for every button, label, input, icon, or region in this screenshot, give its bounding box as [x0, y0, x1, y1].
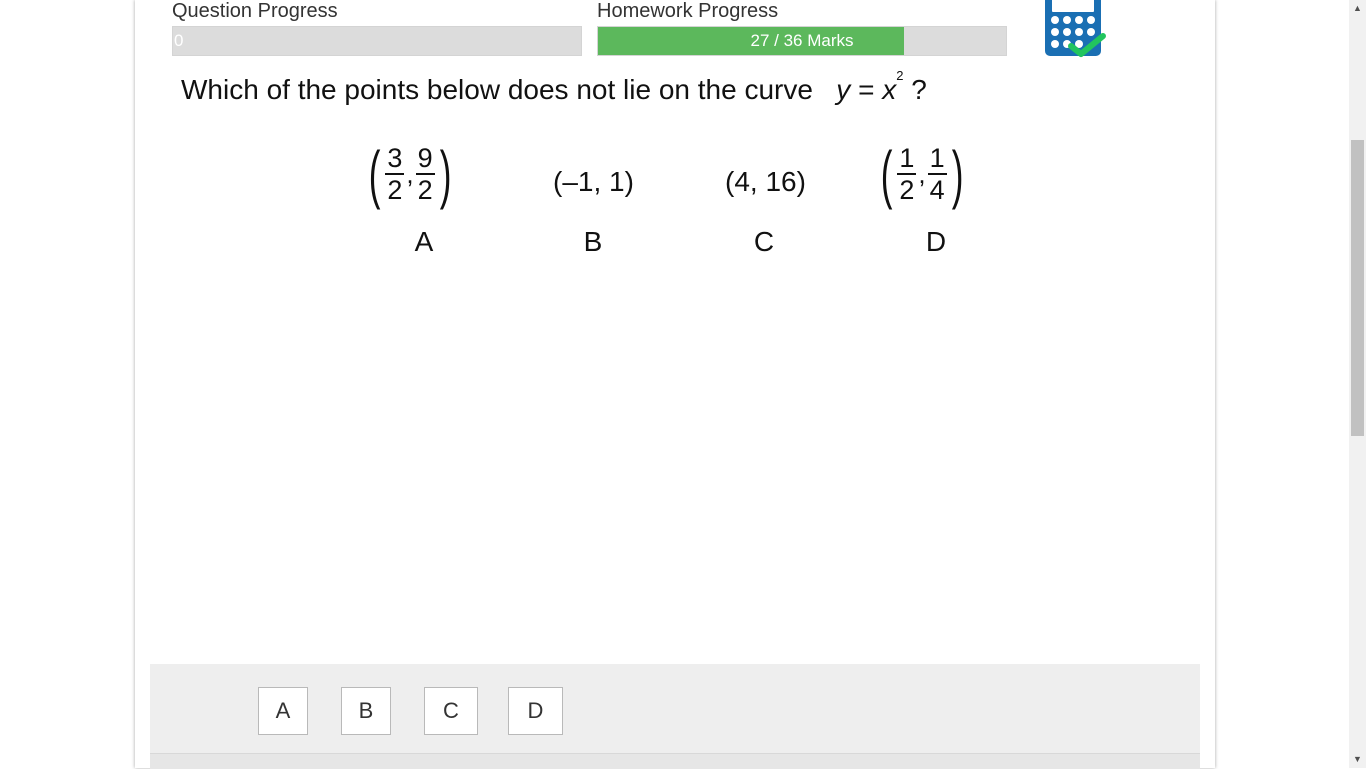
option-d-y-fraction: 14 — [927, 143, 947, 205]
option-b-label: B — [583, 226, 603, 257]
option-d-x-fraction: 12 — [897, 143, 917, 205]
homework-progress-text: 27 / 36 Marks — [750, 31, 854, 50]
equation-exponent: 2 — [896, 68, 904, 83]
homework-progress-bar: 27 / 36 Marks — [597, 26, 1007, 56]
option-d-point: (1 2, 1 4) — [880, 138, 964, 210]
option-a-y-fraction: 92 — [415, 143, 435, 205]
option-c-point: (4, 16) — [725, 166, 806, 197]
option-a-point: (3 2, 9 2) — [368, 138, 452, 210]
page-card — [135, 0, 1215, 768]
question-text: Which of the points below does not lie o… — [181, 68, 927, 106]
option-a-label: A — [414, 226, 434, 257]
answer-button-c[interactable]: C — [424, 687, 478, 735]
answer-button-b[interactable]: B — [341, 687, 391, 735]
equation-equals: = — [858, 74, 875, 105]
question-mark: ? — [911, 74, 927, 105]
equation-lhs: y — [836, 74, 851, 105]
answer-button-d[interactable]: D — [508, 687, 563, 735]
question-progress-value: 0 — [174, 31, 184, 50]
answer-panel-footer — [150, 753, 1200, 769]
page-scrollbar[interactable]: ▲ ▼ — [1349, 0, 1366, 768]
option-d-label: D — [925, 226, 947, 257]
scroll-down-arrow-icon[interactable]: ▼ — [1349, 751, 1366, 768]
option-a-x-fraction: 32 — [385, 143, 405, 205]
question-progress-bar: 0 — [172, 26, 582, 56]
option-b-point: (–1, 1) — [553, 166, 634, 197]
question-progress-label: Question Progress — [172, 0, 338, 22]
homework-progress-label: Homework Progress — [597, 0, 779, 22]
answer-button-a[interactable]: A — [258, 687, 308, 735]
scroll-up-arrow-icon[interactable]: ▲ — [1349, 0, 1366, 17]
question-stem: Which of the points below does not lie o… — [181, 74, 813, 105]
calculator-allowed-icon — [1043, 0, 1109, 60]
scrollbar-thumb[interactable] — [1351, 140, 1364, 436]
option-c-label: C — [753, 226, 775, 257]
equation-rhs: x — [882, 74, 897, 105]
